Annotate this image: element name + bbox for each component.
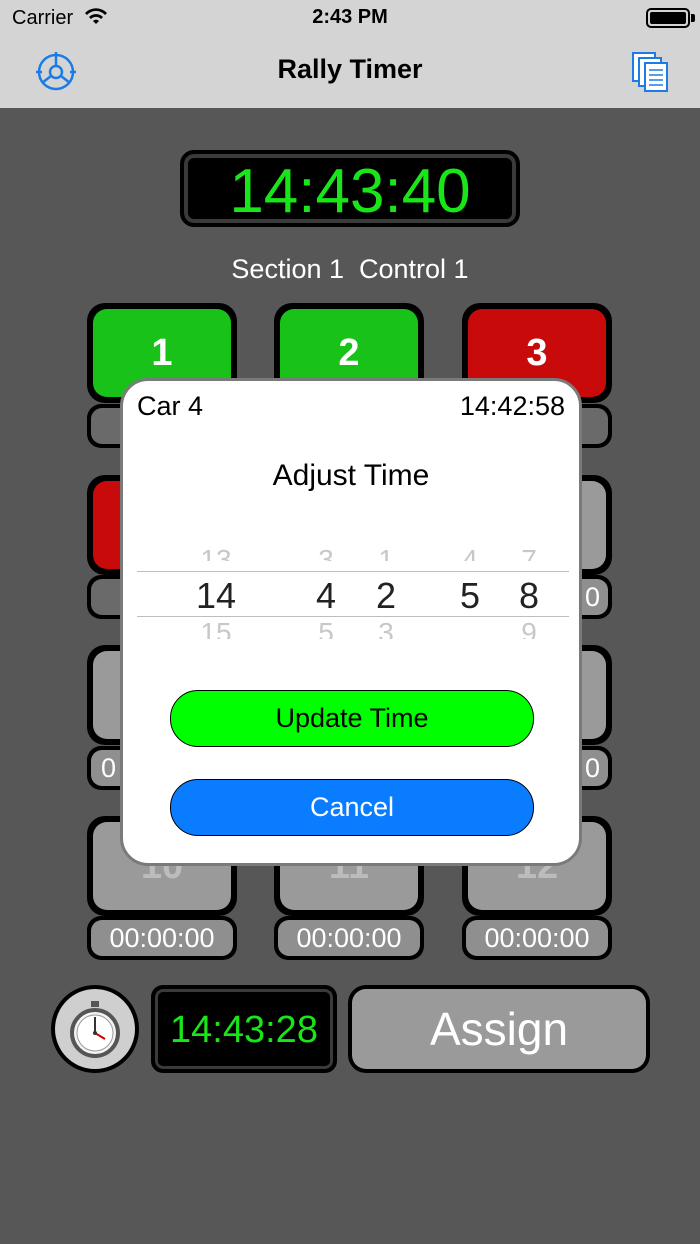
stopwatch-icon xyxy=(70,1001,120,1058)
time-picker[interactable]: 13 14 15 3 4 5 1 2 3 4 5 7 8 9 xyxy=(137,539,569,639)
picker-prev-value: 7 xyxy=(521,544,537,561)
assign-button[interactable]: Assign xyxy=(348,985,650,1073)
status-bar: Carrier 2:43 PM xyxy=(0,0,700,36)
car-time-value: 00:00:00 xyxy=(278,920,420,956)
picker-current-value: 8 xyxy=(518,575,540,616)
lap-time-value: 14:43:28 xyxy=(170,1009,318,1051)
stopwatch-button[interactable] xyxy=(51,985,139,1073)
battery-cap xyxy=(691,14,695,22)
picker-next-value: 15 xyxy=(200,621,232,639)
adjust-time-dialog: Car 4 14:42:58 Adjust Time 13 14 15 3 4 … xyxy=(120,378,582,866)
modal-car-time: 14:42:58 xyxy=(459,391,565,421)
car-time-value: 00:00:00 xyxy=(91,920,233,956)
update-time-button[interactable]: Update Time xyxy=(170,690,534,747)
documents-icon[interactable] xyxy=(630,50,670,94)
main-clock: 14:43:40 xyxy=(180,150,520,227)
picker-selection-line-top xyxy=(137,571,569,572)
picker-next-value: 3 xyxy=(378,621,394,639)
battery-icon xyxy=(646,8,690,28)
nav-title: Rally Timer xyxy=(277,54,423,84)
lap-time-display: 14:43:28 xyxy=(151,985,337,1073)
picker-next-value: 9 xyxy=(521,621,537,639)
car-time-value: 00:00:00 xyxy=(466,920,608,956)
stopwatch-button-face xyxy=(55,989,135,1069)
car-time-10: 00:00:00 xyxy=(87,916,237,960)
nav-bar: Rally Timer xyxy=(0,36,700,108)
picker-prev-value: 13 xyxy=(200,544,232,561)
status-time: 2:43 PM xyxy=(312,6,388,28)
section-control-label: Section 1 Control 1 xyxy=(231,254,469,284)
picker-current-value: 2 xyxy=(375,575,397,616)
picker-prev-value: 1 xyxy=(378,544,394,561)
car-time-12: 00:00:00 xyxy=(462,916,612,960)
car-time-11: 00:00:00 xyxy=(274,916,424,960)
assign-button-label: Assign xyxy=(352,989,646,1069)
cancel-button[interactable]: Cancel xyxy=(170,779,534,836)
modal-car-label: Car 4 xyxy=(137,391,204,421)
modal-heading: Adjust Time xyxy=(272,459,430,492)
main-clock-value: 14:43:40 xyxy=(229,157,471,226)
picker-current-value: 14 xyxy=(195,575,237,616)
